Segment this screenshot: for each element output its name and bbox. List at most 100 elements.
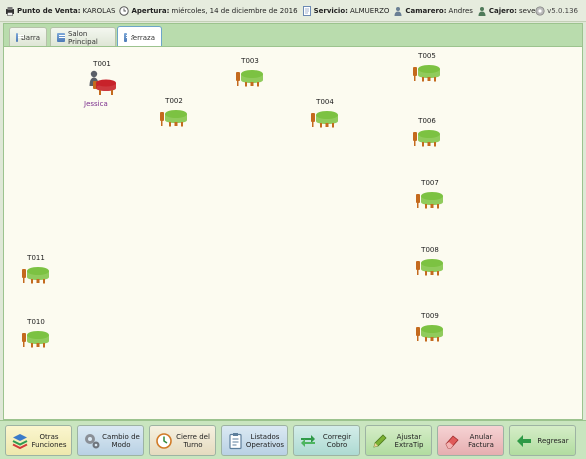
table-icon	[416, 325, 443, 342]
button-label: Factura	[468, 440, 494, 449]
table-t007[interactable]: T007	[410, 179, 450, 209]
clock-icon	[119, 5, 130, 16]
button-label: Corregir	[322, 432, 352, 441]
service-label: Servicio:	[313, 6, 348, 15]
table-icon	[236, 70, 263, 87]
table-icon	[311, 111, 338, 128]
change-mode-button[interactable]: Cambio de Modo	[77, 425, 144, 456]
adjust-extratip-button[interactable]: Ajustar ExtraTip	[365, 425, 432, 456]
pos-info: Punto de Venta: KAROLAS	[5, 6, 115, 16]
void-invoice-button[interactable]: Anular Factura	[437, 425, 504, 456]
button-label: Cobro	[326, 440, 348, 449]
table-graphic	[16, 264, 56, 284]
button-label: Modo	[111, 440, 131, 449]
table-t004[interactable]: T004	[305, 98, 345, 128]
table-label: T004	[316, 98, 334, 106]
version-label: v5.0.136	[547, 7, 578, 15]
button-label: Listados	[250, 432, 280, 441]
table-label: T003	[241, 57, 259, 65]
table-label: T009	[421, 312, 439, 320]
back-arrow-icon	[517, 434, 531, 447]
button-label: ExtraTip	[394, 440, 424, 449]
action-bar: Otras Funciones Cambio de Modo Cierre del T…	[0, 420, 586, 459]
status-bar: Punto de Venta: KAROLAS Apertura: miérco…	[0, 0, 586, 22]
pos-label: Punto de Venta:	[17, 6, 81, 15]
table-label: T002	[165, 97, 183, 105]
area-tabs: Barra Salon Principal Terraza	[3, 23, 583, 48]
table-graphic	[82, 70, 122, 96]
clipboard-icon	[229, 432, 242, 449]
table-waiter-name: Jessica	[84, 100, 108, 108]
pos-value: KAROLAS	[82, 6, 116, 15]
eraser-icon	[445, 434, 459, 448]
table-label: T001	[93, 60, 111, 68]
gear-icon	[535, 6, 545, 16]
service-info: Servicio: ALMUERZO	[302, 5, 390, 16]
table-graphic	[410, 189, 450, 209]
waiter-info: Camarero: Andres	[393, 6, 473, 16]
opening-label: Apertura:	[131, 6, 170, 15]
tab-label: Salon Principal	[67, 29, 98, 46]
room-icon	[57, 33, 65, 42]
table-label: T011	[27, 254, 45, 262]
room-icon	[124, 33, 132, 42]
room-icon	[16, 33, 24, 42]
table-graphic	[410, 322, 450, 342]
table-icon	[22, 267, 49, 284]
table-t001[interactable]: T001	[82, 60, 122, 96]
table-t005[interactable]: T005	[407, 52, 447, 82]
clock-icon	[156, 432, 172, 449]
opening-value: miércoles, 14 de diciembre de 2016	[171, 6, 298, 15]
service-value: ALMUERZO	[349, 6, 390, 15]
person-icon	[394, 6, 402, 16]
button-label: Cambio de	[102, 432, 140, 441]
table-t003[interactable]: T003	[230, 57, 270, 87]
table-icon	[416, 192, 443, 209]
table-graphic	[407, 62, 447, 82]
waiter-value: Andres	[448, 6, 473, 15]
occupied-table-icon	[89, 70, 116, 95]
other-functions-button[interactable]: Otras Funciones	[5, 425, 72, 456]
table-icon	[413, 65, 440, 82]
table-t009[interactable]: T009	[410, 312, 450, 342]
table-icon	[160, 110, 187, 127]
swap-arrows-icon	[301, 434, 315, 447]
table-t010[interactable]: T010	[16, 318, 56, 348]
table-t006[interactable]: T006	[407, 117, 447, 147]
correct-payment-button[interactable]: Corregir Cobro	[293, 425, 360, 456]
table-icon	[413, 130, 440, 147]
waiter-label: Camarero:	[405, 6, 447, 15]
printer-icon	[6, 6, 14, 16]
table-graphic	[230, 67, 270, 87]
close-shift-button[interactable]: Cierre del Turno	[149, 425, 216, 456]
pencil-icon	[373, 433, 387, 448]
tab-salon-principal[interactable]: Salon Principal	[50, 27, 116, 47]
table-graphic	[305, 108, 345, 128]
floor-plan: T001 Jessica T002 T003 T004 T005 T006 T007 T008 T…	[3, 46, 583, 420]
tab-barra[interactable]: Barra	[9, 27, 47, 47]
operational-lists-button[interactable]: Listados Operativos	[221, 425, 288, 456]
version-info: v5.0.136	[535, 6, 578, 16]
table-t011[interactable]: T011	[16, 254, 56, 284]
button-label: Turno	[183, 440, 203, 449]
table-graphic	[154, 107, 194, 127]
button-label: Ajustar	[396, 432, 422, 441]
layers-icon	[12, 433, 28, 449]
gears-icon	[85, 433, 100, 448]
back-button[interactable]: Regresar	[509, 425, 576, 456]
table-icon	[22, 331, 49, 348]
table-t008[interactable]: T008	[410, 246, 450, 276]
button-label: Operativos	[245, 440, 285, 449]
table-icon	[416, 259, 443, 276]
button-label: Otras	[39, 432, 59, 441]
table-t002[interactable]: T002	[154, 97, 194, 127]
cashier-info: Cajero: seven	[477, 6, 540, 16]
tab-terraza[interactable]: Terraza	[117, 26, 162, 48]
opening-info: Apertura: miércoles, 14 de diciembre de …	[119, 5, 298, 16]
table-label: T010	[27, 318, 45, 326]
button-label: Funciones	[31, 440, 67, 449]
cashier-label: Cajero:	[488, 6, 517, 15]
table-graphic	[407, 127, 447, 147]
button-label: Regresar	[537, 436, 569, 445]
table-label: T007	[421, 179, 439, 187]
